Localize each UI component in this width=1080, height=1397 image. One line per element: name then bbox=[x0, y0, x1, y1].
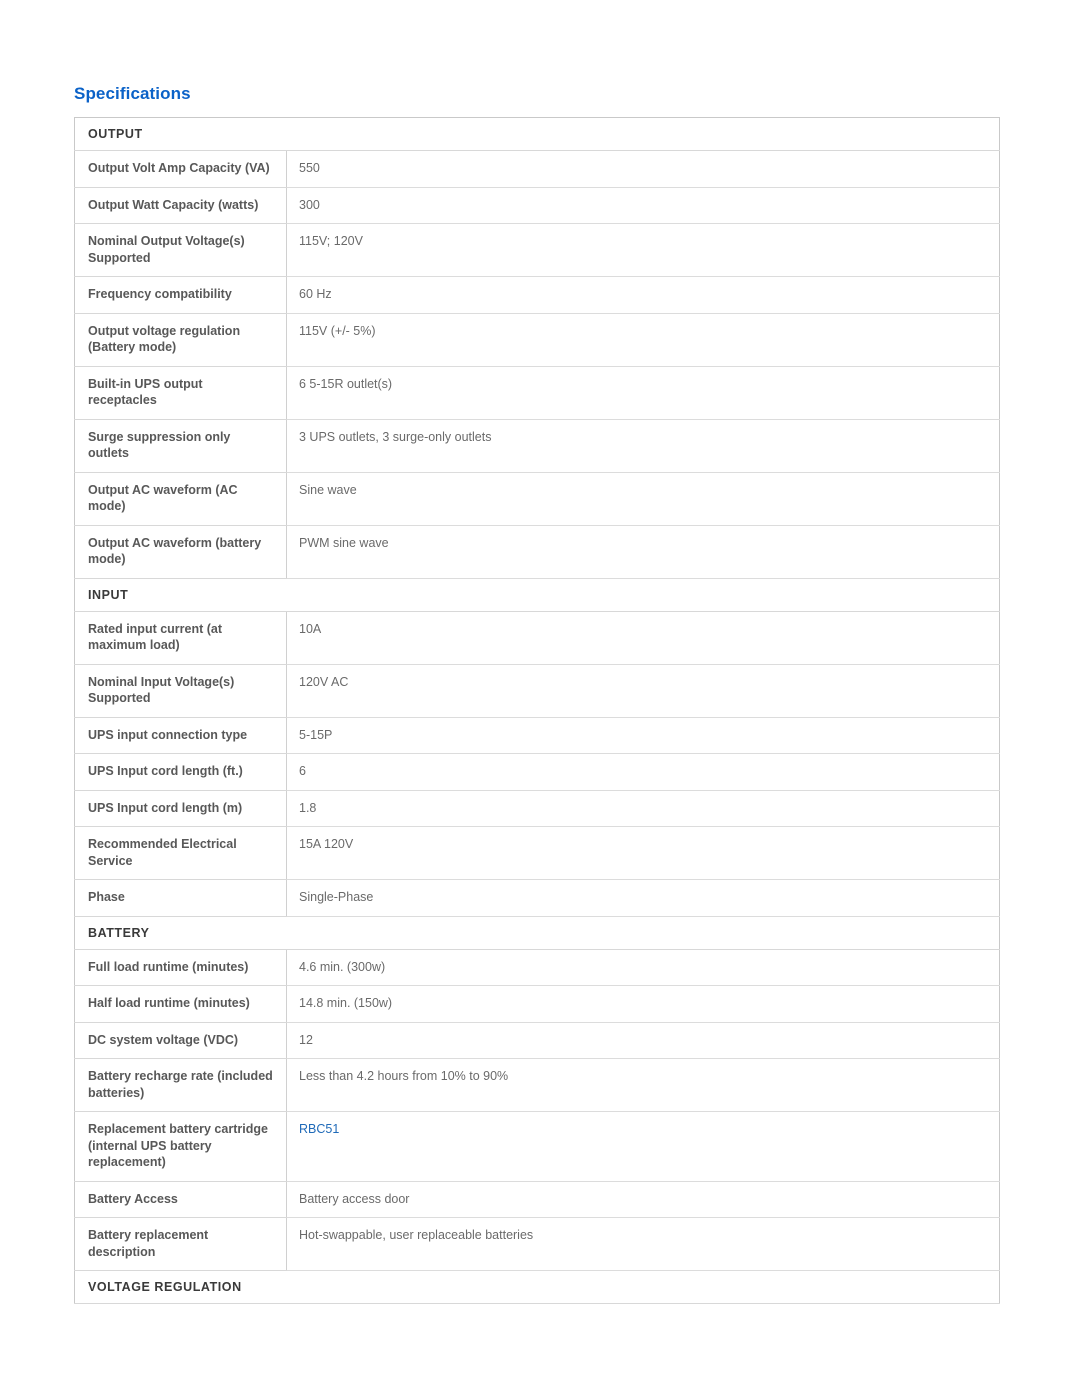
table-row: Output Watt Capacity (watts) 300 bbox=[74, 187, 1000, 224]
spec-value: 14.8 min. (150w) bbox=[286, 985, 1000, 1023]
section-heading: VOLTAGE REGULATION bbox=[74, 1270, 1000, 1304]
spec-value: 300 bbox=[286, 187, 1000, 224]
spec-label: Output AC waveform (battery mode) bbox=[74, 525, 287, 579]
spec-label: UPS Input cord length (m) bbox=[74, 790, 287, 827]
spec-value: 6 5-15R outlet(s) bbox=[286, 366, 1000, 420]
spec-label: Full load runtime (minutes) bbox=[74, 949, 287, 986]
spec-value: 3 UPS outlets, 3 surge-only outlets bbox=[286, 419, 1000, 473]
table-row: Half load runtime (minutes) 14.8 min. (15… bbox=[74, 985, 1000, 1023]
specifications-page: Specifications OUTPUT Output Volt Amp Cap… bbox=[0, 0, 1080, 1397]
spec-label: Rated input current (at maximum load) bbox=[74, 611, 287, 665]
table-row: UPS Input cord length (m) 1.8 bbox=[74, 790, 1000, 827]
table-row: Full load runtime (minutes) 4.6 min. (300… bbox=[74, 949, 1000, 986]
spec-label: Half load runtime (minutes) bbox=[74, 985, 287, 1023]
page-title: Specifications bbox=[74, 84, 191, 103]
table-row: Surge suppression only outlets 3 UPS outl… bbox=[74, 419, 1000, 473]
spec-value: RBC51 bbox=[286, 1111, 1000, 1182]
section-heading: OUTPUT bbox=[74, 117, 1000, 151]
spec-label: Battery replacement description bbox=[74, 1217, 287, 1271]
table-row: Output AC waveform (AC mode) Sine wave bbox=[74, 472, 1000, 526]
spec-value: 115V; 120V bbox=[286, 223, 1000, 277]
table-row: Battery Access Battery access door bbox=[74, 1181, 1000, 1218]
spec-value: 6 bbox=[286, 753, 1000, 791]
replacement-battery-link[interactable]: RBC51 bbox=[299, 1122, 339, 1136]
spec-label: Nominal Output Voltage(s) Supported bbox=[74, 223, 287, 277]
section-heading: BATTERY bbox=[74, 916, 1000, 950]
section-heading: INPUT bbox=[74, 578, 1000, 612]
spec-value: Battery access door bbox=[286, 1181, 1000, 1218]
table-row: Replacement battery cartridge (internal … bbox=[74, 1111, 1000, 1182]
table-row: Recommended Electrical Service 15A 120V bbox=[74, 826, 1000, 880]
spec-label: Surge suppression only outlets bbox=[74, 419, 287, 473]
spec-value: 12 bbox=[286, 1022, 1000, 1059]
spec-value: Hot-swappable, user replaceable batterie… bbox=[286, 1217, 1000, 1271]
spec-value: 60 Hz bbox=[286, 276, 1000, 314]
section-header-row: VOLTAGE REGULATION bbox=[74, 1270, 1000, 1304]
spec-label: Output voltage regulation (Battery mode) bbox=[74, 313, 287, 367]
spec-label: Phase bbox=[74, 879, 287, 917]
table-row: Output voltage regulation (Battery mode)… bbox=[74, 313, 1000, 367]
spec-label: UPS Input cord length (ft.) bbox=[74, 753, 287, 791]
table-row: Output AC waveform (battery mode) PWM sin… bbox=[74, 525, 1000, 579]
specifications-table: OUTPUT Output Volt Amp Capacity (VA) 550 Ou… bbox=[74, 117, 1000, 1304]
spec-value: Less than 4.2 hours from 10% to 90% bbox=[286, 1058, 1000, 1112]
spec-label: Replacement battery cartridge (internal … bbox=[74, 1111, 287, 1182]
spec-value: 550 bbox=[286, 150, 1000, 188]
table-row: UPS Input cord length (ft.) 6 bbox=[74, 753, 1000, 791]
spec-value: 15A 120V bbox=[286, 826, 1000, 880]
section-header-row: BATTERY bbox=[74, 916, 1000, 950]
section-header-row: INPUT bbox=[74, 578, 1000, 612]
table-row: Nominal Input Voltage(s) Supported 120V A… bbox=[74, 664, 1000, 718]
section-header-row: OUTPUT bbox=[74, 117, 1000, 151]
spec-value: 4.6 min. (300w) bbox=[286, 949, 1000, 986]
table-row: Rated input current (at maximum load) 10A bbox=[74, 611, 1000, 665]
table-row: Phase Single-Phase bbox=[74, 879, 1000, 917]
spec-value: 10A bbox=[286, 611, 1000, 665]
table-row: Output Volt Amp Capacity (VA) 550 bbox=[74, 150, 1000, 188]
spec-label: Nominal Input Voltage(s) Supported bbox=[74, 664, 287, 718]
spec-label: UPS input connection type bbox=[74, 717, 287, 754]
table-row: UPS input connection type 5-15P bbox=[74, 717, 1000, 754]
spec-value: Single-Phase bbox=[286, 879, 1000, 917]
table-row: Battery replacement description Hot-swapp… bbox=[74, 1217, 1000, 1271]
spec-label: Battery recharge rate (included batterie… bbox=[74, 1058, 287, 1112]
spec-value: 1.8 bbox=[286, 790, 1000, 827]
spec-value: PWM sine wave bbox=[286, 525, 1000, 579]
spec-label: DC system voltage (VDC) bbox=[74, 1022, 287, 1059]
spec-label: Output Watt Capacity (watts) bbox=[74, 187, 287, 224]
spec-value: 120V AC bbox=[286, 664, 1000, 718]
table-row: Nominal Output Voltage(s) Supported 115V;… bbox=[74, 223, 1000, 277]
spec-label: Recommended Electrical Service bbox=[74, 826, 287, 880]
spec-label: Output Volt Amp Capacity (VA) bbox=[74, 150, 287, 188]
spec-label: Output AC waveform (AC mode) bbox=[74, 472, 287, 526]
table-row: Battery recharge rate (included batterie… bbox=[74, 1058, 1000, 1112]
specifications-table-wrapper: OUTPUT Output Volt Amp Capacity (VA) 550 Ou… bbox=[74, 117, 1000, 1304]
table-row: Frequency compatibility 60 Hz bbox=[74, 276, 1000, 314]
spec-label: Built-in UPS output receptacles bbox=[74, 366, 287, 420]
table-row: Built-in UPS output receptacles 6 5-15R o… bbox=[74, 366, 1000, 420]
spec-label: Battery Access bbox=[74, 1181, 287, 1218]
spec-value: Sine wave bbox=[286, 472, 1000, 526]
spec-value: 115V (+/- 5%) bbox=[286, 313, 1000, 367]
table-row: DC system voltage (VDC) 12 bbox=[74, 1022, 1000, 1059]
spec-value: 5-15P bbox=[286, 717, 1000, 754]
spec-label: Frequency compatibility bbox=[74, 276, 287, 314]
